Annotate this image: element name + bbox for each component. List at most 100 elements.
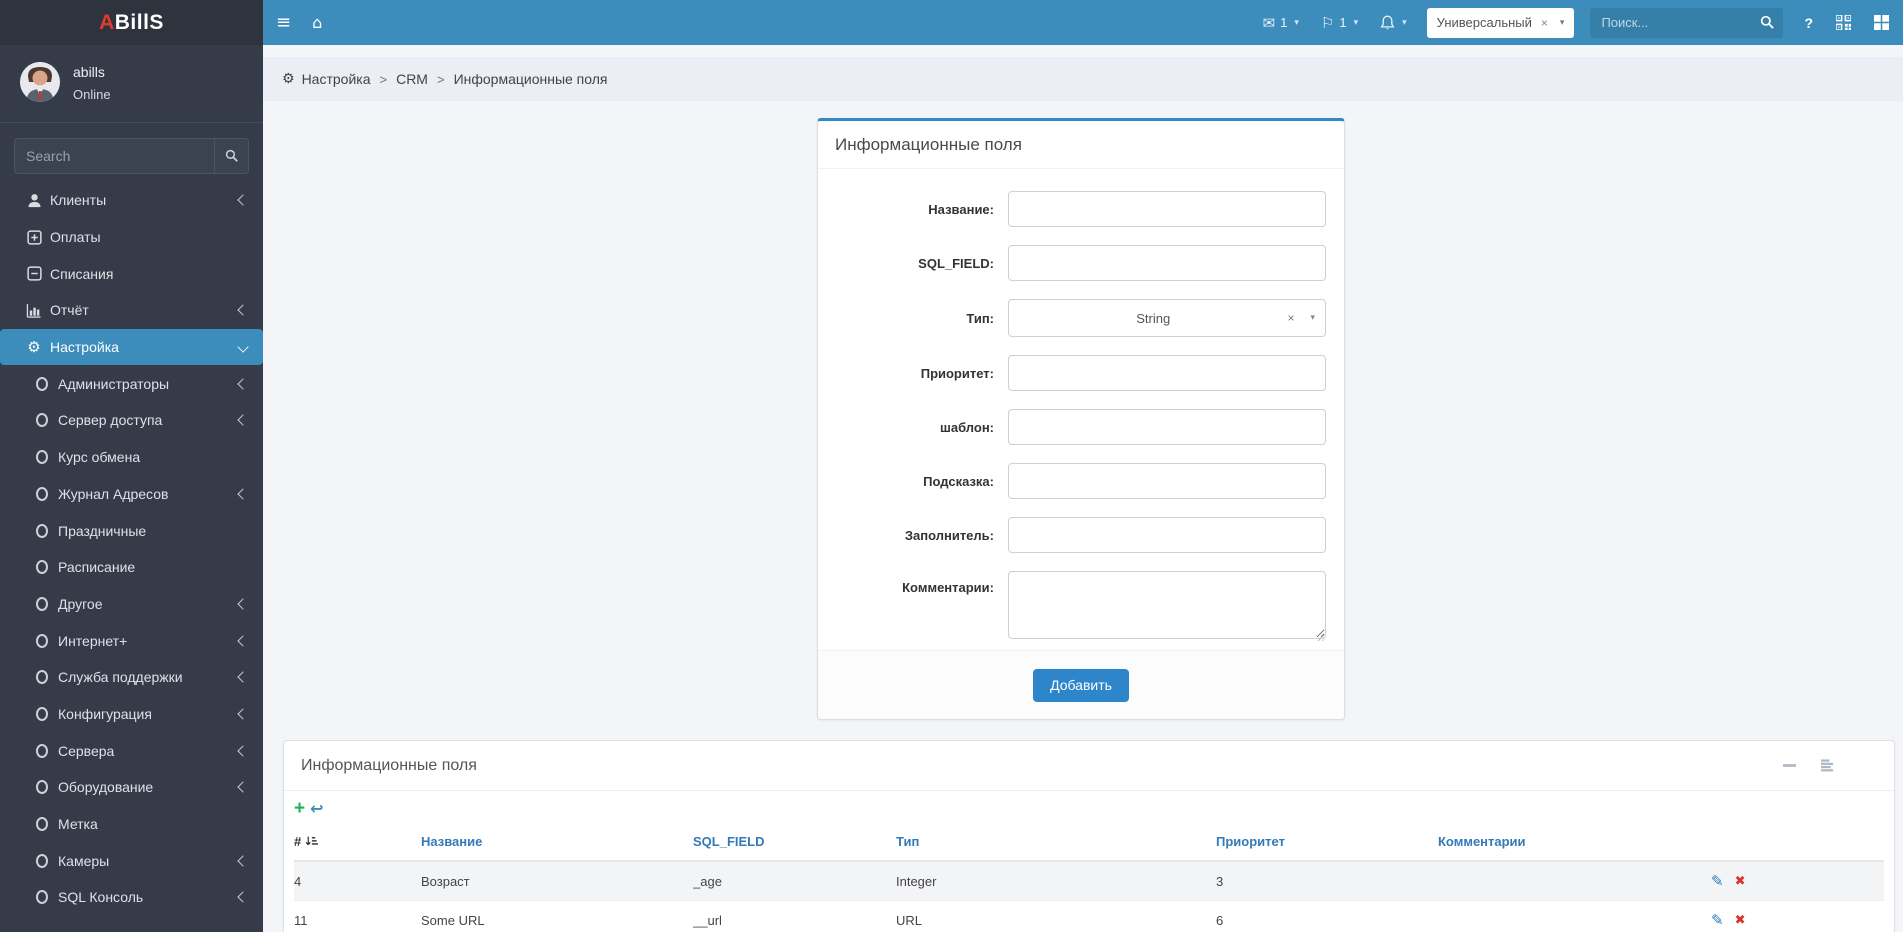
sidebar-menu: Клиенты Оплаты Списания Отчёт ⚙ Настройк… (0, 182, 263, 916)
sidebar-item-oborudovanie[interactable]: Оборудование (0, 769, 263, 806)
chevron-down-icon (237, 341, 248, 352)
flag-icon: ⚐ (1321, 14, 1334, 32)
sidebar-search (14, 138, 249, 174)
sidebar-item-prazdnichnye[interactable]: Праздничные (0, 512, 263, 549)
delete-icon[interactable]: ✖ (1735, 874, 1746, 889)
sidebar-item-label: Метка (58, 816, 98, 832)
list-icon[interactable] (1820, 759, 1835, 772)
circle-icon (36, 634, 48, 648)
hamburger-menu-icon[interactable]: ≡ (276, 12, 291, 33)
cell-id: 4 (294, 861, 421, 901)
cell-sql: __url (693, 901, 896, 932)
sidebar-item-kurs-obmena[interactable]: Курс обмена (0, 439, 263, 476)
sidebar-item-sql-konsol[interactable]: SQL Консоль (0, 879, 263, 916)
column-header-comments[interactable]: Комментарии (1438, 823, 1711, 861)
column-header-sql-field[interactable]: SQL_FIELD (693, 823, 896, 861)
user-status: Online (73, 87, 111, 102)
domain-select[interactable]: Универсальный × ▾ (1427, 8, 1575, 38)
sidebar-item-metka[interactable]: Метка (0, 806, 263, 843)
chevron-left-icon (237, 745, 248, 756)
minus-square-icon (22, 266, 46, 281)
info-fields-form-card: Информационные поля Название: SQL_FIELD:… (817, 118, 1345, 720)
bell-icon (1380, 15, 1395, 31)
add-row-icon[interactable]: + (294, 799, 305, 818)
sidebar-item-konfiguratsiya[interactable]: Конфигурация (0, 696, 263, 733)
circle-icon (36, 413, 48, 427)
chevron-left-icon (237, 305, 248, 316)
sidebar-search-button[interactable] (214, 138, 249, 174)
sidebar-item-label: Настройка (50, 339, 119, 355)
flag-dropdown[interactable]: ⚐ 1 ▾ (1321, 14, 1358, 32)
sidebar-item-label: Сервер доступа (58, 412, 162, 428)
sidebar-item-oplaty[interactable]: Оплаты (0, 219, 263, 256)
undo-icon[interactable]: ↩ (310, 801, 323, 817)
sidebar-item-spisaniya[interactable]: Списания (0, 255, 263, 292)
sql-field-label: SQL_FIELD: (818, 256, 994, 271)
sidebar-item-klienty[interactable]: Клиенты (0, 182, 263, 219)
sidebar-item-raspisanie[interactable]: Расписание (0, 549, 263, 586)
filler-field[interactable] (1008, 517, 1326, 553)
home-icon[interactable]: ⌂ (312, 13, 322, 32)
priority-field[interactable] (1008, 355, 1326, 391)
sidebar-item-internet-plus[interactable]: Интернет+ (0, 622, 263, 659)
sidebar-item-label: Журнал Адресов (58, 486, 168, 502)
cell-id: 11 (294, 901, 421, 932)
sidebar-item-kamery[interactable]: Камеры (0, 842, 263, 879)
column-header-name[interactable]: Название (421, 823, 693, 861)
table-panel-title: Информационные поля (301, 757, 477, 775)
sidebar-item-administratory[interactable]: Администраторы (0, 365, 263, 402)
circle-icon (36, 707, 48, 721)
sidebar-item-drugoe[interactable]: Другое (0, 586, 263, 623)
chevron-left-icon (237, 672, 248, 683)
avatar[interactable] (20, 62, 60, 102)
app-logo[interactable]: ABillS (0, 0, 263, 45)
sql-field[interactable] (1008, 245, 1326, 281)
apps-grid-icon[interactable] (1874, 15, 1889, 30)
collapse-icon[interactable] (1783, 764, 1796, 767)
type-select-value: String (1019, 311, 1287, 326)
global-search-input[interactable] (1590, 15, 1751, 30)
sidebar-item-sluzhba-podderzhki[interactable]: Служба поддержки (0, 659, 263, 696)
info-fields-table-panel: Информационные поля + ↩ # (283, 740, 1895, 932)
sidebar-item-server-dostupa[interactable]: Сервер доступа (0, 402, 263, 439)
type-label: Тип: (818, 311, 994, 326)
edit-icon[interactable]: ✎ (1711, 911, 1724, 929)
hint-field[interactable] (1008, 463, 1326, 499)
breadcrumb-item[interactable]: Информационные поля (454, 71, 608, 87)
breadcrumb-item[interactable]: Настройка (302, 71, 371, 87)
qr-code-icon[interactable] (1836, 15, 1851, 30)
delete-icon[interactable]: ✖ (1735, 913, 1746, 928)
name-field[interactable] (1008, 191, 1326, 227)
column-header-id[interactable]: # (294, 823, 421, 861)
sidebar-item-zhurnal-adresov[interactable]: Журнал Адресов (0, 476, 263, 513)
global-search-button[interactable] (1751, 8, 1783, 38)
column-header-priority[interactable]: Приоритет (1216, 823, 1438, 861)
sidebar-item-otchet[interactable]: Отчёт (0, 292, 263, 329)
notifications-dropdown[interactable]: ▾ (1380, 15, 1407, 31)
breadcrumb-item[interactable]: CRM (396, 71, 428, 87)
comments-field[interactable] (1008, 571, 1326, 639)
circle-icon (36, 487, 48, 501)
column-header-type[interactable]: Тип (896, 823, 1216, 861)
sidebar-search-input[interactable] (14, 138, 214, 174)
cell-comments (1438, 861, 1711, 901)
add-button[interactable]: Добавить (1033, 669, 1129, 702)
type-select[interactable]: String × ▾ (1008, 299, 1326, 337)
clear-icon[interactable]: × (1541, 16, 1548, 30)
clear-icon[interactable]: × (1287, 311, 1294, 325)
caret-down-icon: ▾ (1310, 313, 1315, 323)
caret-down-icon: ▾ (1402, 18, 1407, 28)
circle-icon (36, 450, 48, 464)
sidebar-item-label: Курс обмена (58, 449, 140, 465)
mail-dropdown[interactable]: ✉ 1 ▾ (1263, 14, 1299, 32)
template-label: шаблон: (818, 420, 994, 435)
gear-icon: ⚙ (22, 338, 46, 356)
circle-icon (36, 524, 48, 538)
template-field[interactable] (1008, 409, 1326, 445)
edit-icon[interactable]: ✎ (1711, 872, 1724, 890)
topbar: ≡ ⌂ ✉ 1 ▾ ⚐ 1 ▾ ▾ Универсальный × ▾ (263, 0, 1903, 45)
sidebar-item-nastroika[interactable]: ⚙ Настройка (0, 329, 263, 366)
sidebar-item-servera[interactable]: Сервера (0, 732, 263, 769)
circle-icon (36, 560, 48, 574)
help-icon[interactable]: ? (1804, 15, 1813, 31)
